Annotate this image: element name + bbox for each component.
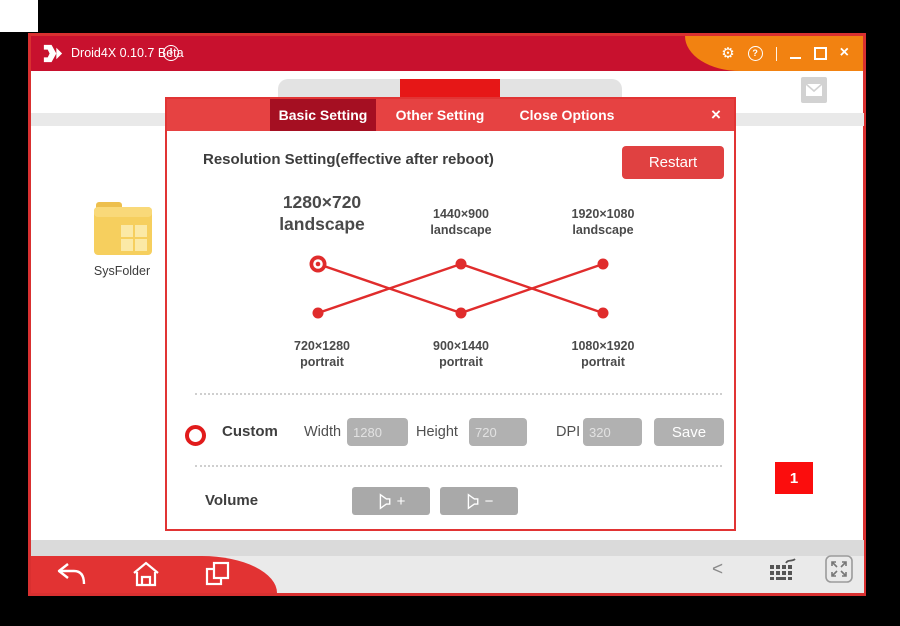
envelope-icon — [801, 77, 827, 103]
recent-apps-icon[interactable] — [203, 560, 233, 588]
resolution-size: 720×1280 — [252, 339, 392, 355]
volume-up-button[interactable]: + — [352, 487, 430, 515]
height-label: Height — [416, 424, 458, 440]
tab-label: Basic Setting — [279, 107, 368, 123]
sysfolder-label[interactable]: SysFolder — [72, 264, 172, 278]
resolution-orientation: landscape — [533, 223, 673, 239]
resolution-selector-graph[interactable] — [280, 250, 640, 328]
restart-button[interactable]: Restart — [622, 146, 724, 179]
resolution-orientation: portrait — [252, 355, 392, 371]
titlebar-controls: ⚙ ? × — [685, 36, 863, 71]
resolution-orientation: portrait — [391, 355, 531, 371]
resolution-orientation: portrait — [533, 355, 673, 371]
dialog-close-icon[interactable]: × — [699, 99, 733, 131]
background-tab-strip-active — [400, 79, 500, 97]
volume-down-button[interactable]: − — [440, 487, 518, 515]
resolution-option-1280x720[interactable]: 1280×720 landscape — [232, 192, 412, 236]
resolution-size: 1920×1080 — [533, 207, 673, 223]
gear-icon[interactable]: ⚙ — [721, 46, 734, 61]
custom-label: Custom — [222, 423, 278, 440]
mail-tile[interactable] — [801, 77, 827, 103]
close-icon[interactable]: × — [840, 45, 849, 61]
chevron-left-icon[interactable]: < — [712, 559, 723, 581]
resolution-size: 900×1440 — [391, 339, 531, 355]
resolution-section-title: Resolution Setting(effective after reboo… — [203, 151, 494, 168]
resolution-orientation: landscape — [232, 214, 412, 236]
width-label: Width — [304, 424, 341, 440]
resolution-option-900x1440[interactable]: 900×1440 portrait — [391, 339, 531, 370]
separator — [195, 393, 722, 395]
help-icon[interactable]: ? — [748, 46, 763, 61]
resolution-option-1080x1920[interactable]: 1080×1920 portrait — [533, 339, 673, 370]
info-icon[interactable]: ! — [163, 45, 179, 61]
sysfolder-icon[interactable] — [92, 200, 154, 258]
tab-label: Other Setting — [396, 107, 485, 123]
dpi-label: DPI — [556, 424, 580, 440]
resolution-option-1920x1080[interactable]: 1920×1080 landscape — [533, 207, 673, 238]
titlebar-divider — [776, 47, 777, 61]
desktop-corner-artifact — [0, 0, 38, 32]
home-icon[interactable] — [131, 561, 161, 587]
tab-label: Close Options — [520, 107, 615, 123]
separator — [195, 465, 722, 467]
custom-radio[interactable] — [185, 425, 206, 446]
selected-resolution-dot — [310, 256, 327, 273]
keyboard-icon[interactable] — [766, 556, 798, 584]
speaker-icon — [465, 493, 482, 510]
back-icon[interactable] — [50, 562, 88, 587]
resolution-size: 1440×900 — [391, 207, 531, 223]
minimize-icon[interactable] — [790, 57, 801, 59]
width-input[interactable] — [347, 418, 408, 446]
maximize-icon[interactable] — [814, 47, 827, 60]
droid4x-logo-icon — [41, 42, 64, 65]
resolution-size: 1280×720 — [232, 192, 412, 214]
resolution-orientation: landscape — [391, 223, 531, 239]
plus-sign: + — [397, 493, 406, 510]
minus-sign: − — [485, 493, 494, 510]
save-button[interactable]: Save — [654, 418, 724, 446]
tab-close-options[interactable]: Close Options — [508, 99, 626, 131]
titlebar[interactable]: Droid4X 0.10.7 Beta ! ⚙ ? × — [31, 36, 863, 71]
resolution-option-1440x900[interactable]: 1440×900 landscape — [391, 207, 531, 238]
settings-dialog: Basic Setting Other Setting Close Option… — [165, 97, 736, 531]
fullscreen-icon[interactable] — [824, 554, 854, 584]
volume-label: Volume — [205, 492, 258, 509]
height-input[interactable] — [469, 418, 527, 446]
tab-other-setting[interactable]: Other Setting — [384, 99, 496, 131]
speaker-icon — [377, 493, 394, 510]
lower-strip — [31, 540, 864, 556]
resolution-size: 1080×1920 — [533, 339, 673, 355]
tab-basic-setting[interactable]: Basic Setting — [270, 99, 376, 131]
notification-badge[interactable]: 1 — [775, 462, 813, 494]
resolution-option-720x1280[interactable]: 720×1280 portrait — [252, 339, 392, 370]
dpi-input[interactable] — [583, 418, 642, 446]
